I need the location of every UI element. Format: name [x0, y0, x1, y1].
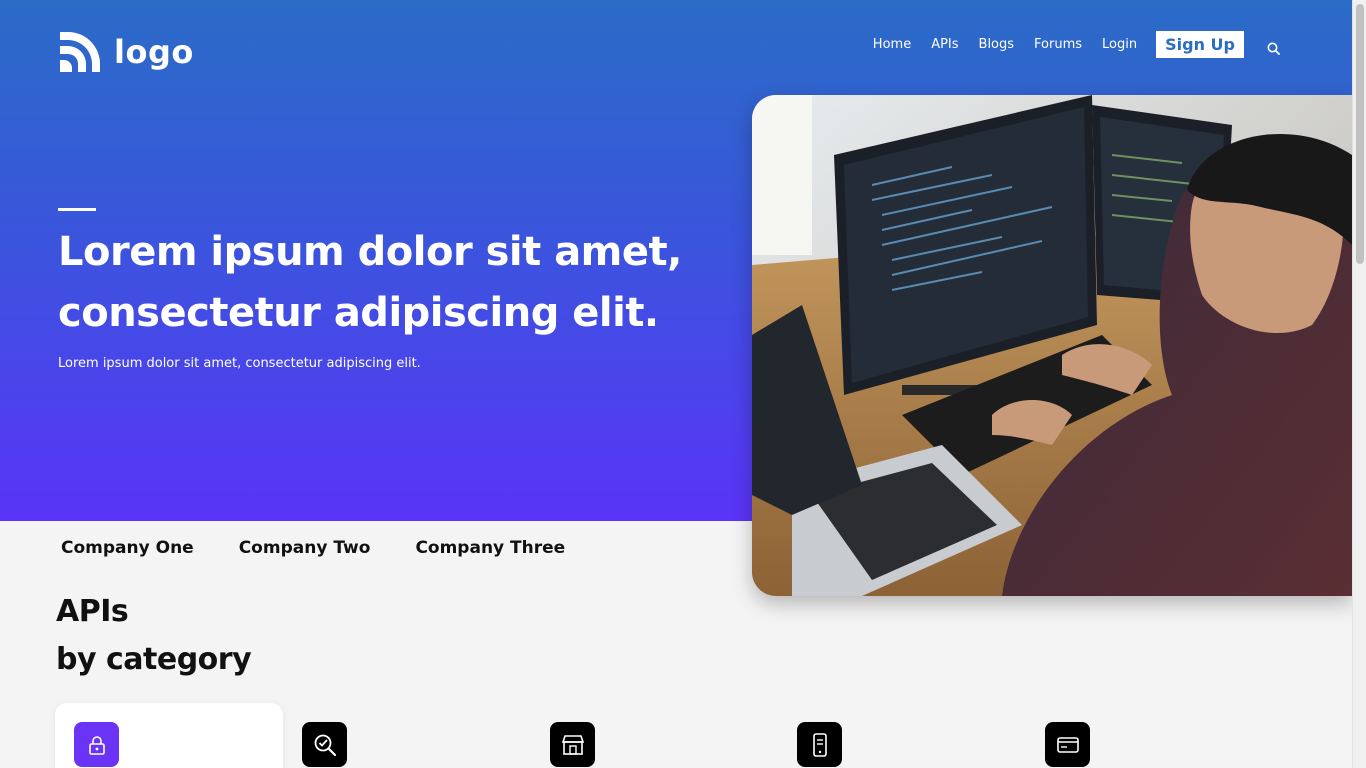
page-scrollbar[interactable]	[1352, 0, 1366, 768]
nav-forums[interactable]: Forums	[1034, 37, 1082, 52]
main-nav: Home APIs Blogs Forums Login Sign Up	[873, 31, 1282, 58]
lock-icon[interactable]	[74, 722, 119, 767]
nav-home[interactable]: Home	[873, 37, 911, 52]
logo-text: logo	[114, 33, 194, 71]
hero-title-line-1: Lorem ipsum dolor sit amet,	[58, 229, 682, 275]
feed-logo-icon	[60, 32, 100, 72]
hero-subtitle: Lorem ipsum dolor sit amet, consectetur …	[58, 356, 421, 371]
developer-photo	[752, 95, 1352, 596]
section-title-line-1: APIs	[56, 594, 129, 629]
search-check-icon[interactable]	[302, 722, 347, 767]
signup-button[interactable]: Sign Up	[1156, 31, 1244, 58]
company-three: Company Three	[415, 538, 566, 558]
nav-login[interactable]: Login	[1102, 37, 1137, 52]
section-title-line-2: by category	[56, 642, 252, 677]
hero-accent-line	[58, 208, 96, 211]
mobile-payment-icon[interactable]	[797, 722, 842, 767]
search-icon[interactable]	[1264, 40, 1282, 58]
section-title: APIs by category	[56, 588, 252, 684]
nav-blogs[interactable]: Blogs	[979, 37, 1015, 52]
hero-title-line-2: consectetur adipiscing elit.	[58, 290, 659, 336]
company-one: Company One	[61, 538, 194, 558]
company-logos: Company One Company Two Company Three	[61, 538, 565, 558]
hero-image	[752, 95, 1352, 596]
store-icon[interactable]	[550, 722, 595, 767]
nav-apis[interactable]: APIs	[931, 37, 958, 52]
logo[interactable]: logo	[58, 30, 194, 74]
hero-title: Lorem ipsum dolor sit amet, consectetur …	[58, 222, 698, 344]
company-two: Company Two	[238, 538, 371, 558]
credit-card-icon[interactable]	[1045, 722, 1090, 767]
scrollbar-thumb[interactable]	[1356, 4, 1364, 264]
